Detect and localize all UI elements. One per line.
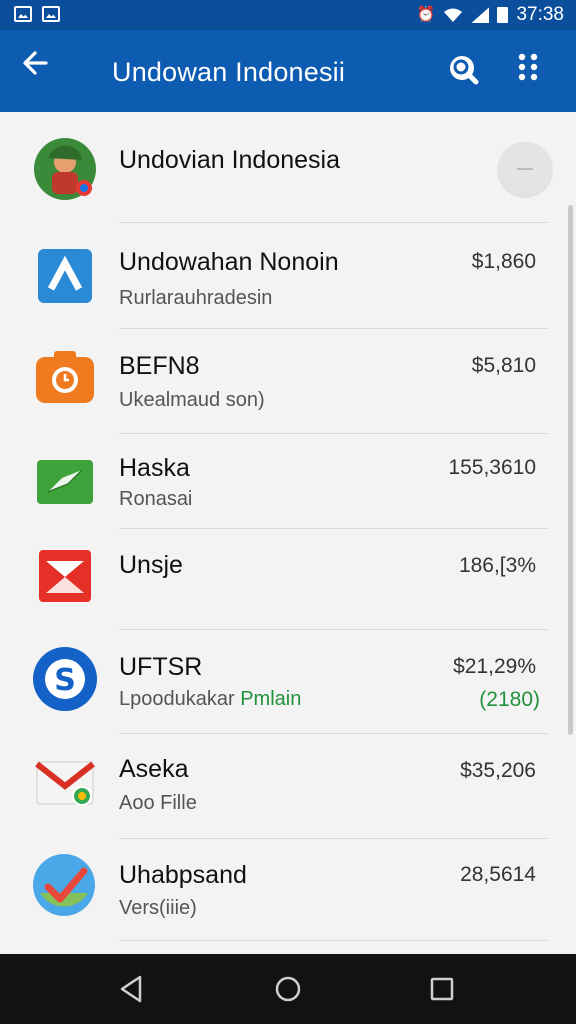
search-button[interactable] xyxy=(444,52,484,92)
more-options-icon xyxy=(518,53,538,81)
app-bar-title: Undowan Indonesii xyxy=(112,57,346,87)
status-indicators: ⏰ 37:38 xyxy=(417,4,564,26)
item-title: Undowahan Nonoin xyxy=(119,248,339,276)
item-subtitle: Lpoodukakar Pmlain xyxy=(119,688,301,711)
item-subtitle: Ukealmaud son) xyxy=(119,389,265,411)
item-value-change: (2180) xyxy=(479,688,540,711)
list-item[interactable]: BEFN8 Ukealmaud son) $5,810 xyxy=(0,329,576,433)
item-subtitle: Ronasai xyxy=(119,488,193,510)
list-item[interactable]: Undowahan Nonoin Rurlarauhradesin $1,860 xyxy=(0,223,576,328)
status-time: 37:38 xyxy=(516,4,564,25)
status-notifications xyxy=(14,6,60,22)
item-title: UFTSR xyxy=(119,653,203,681)
green-chat-app-icon xyxy=(37,460,93,504)
divider xyxy=(119,940,548,941)
app-bar: Undowan Indonesii xyxy=(0,30,576,112)
list-item[interactable]: S UFTSR Lpoodukakar Pmlain $21,29% (2180… xyxy=(0,630,576,733)
list-header-title: Undovian Indonesia xyxy=(119,146,340,174)
nav-back-button[interactable] xyxy=(112,971,152,1007)
alarm-icon: ⏰ xyxy=(416,6,436,23)
svg-text:S: S xyxy=(54,663,76,698)
item-value: 28,5614 xyxy=(460,863,536,886)
item-title: BEFN8 xyxy=(119,352,200,380)
nav-home-icon xyxy=(275,976,301,1002)
battery-icon xyxy=(497,7,509,23)
item-subtitle: Vers(iiie) xyxy=(119,897,197,919)
item-subtitle-text: Lpoodukakar xyxy=(119,688,235,710)
mail-app-icon xyxy=(35,761,95,806)
nav-recents-icon xyxy=(430,977,454,1001)
search-icon xyxy=(450,56,479,85)
list-item[interactable]: Aseka Aoo Fille $35,206 xyxy=(0,734,576,838)
list-item[interactable]: Unsje 186,[3% xyxy=(0,529,576,629)
list-header[interactable]: Undovian Indonesia xyxy=(0,112,576,222)
list-item[interactable]: Uhabpsand Vers(iiie) 28,5614 xyxy=(0,839,576,939)
back-button[interactable] xyxy=(22,50,70,92)
status-bar: ⏰ 37:38 xyxy=(0,0,576,30)
item-title: Uhabpsand xyxy=(119,861,247,889)
item-value: $21,29% xyxy=(453,655,536,678)
image-icon xyxy=(42,6,60,22)
item-subtitle: Rurlarauhradesin xyxy=(119,287,273,309)
wifi-icon xyxy=(444,8,463,22)
navigation-bar xyxy=(0,954,576,1024)
item-title: Unsje xyxy=(119,551,183,579)
red-envelope-app-icon xyxy=(39,550,91,602)
scrollbar[interactable] xyxy=(568,205,573,735)
item-subtitle: Aoo Fille xyxy=(119,792,197,814)
item-value: 155,3610 xyxy=(448,456,536,479)
nav-back-icon xyxy=(120,975,142,1003)
list-item[interactable]: Haska Ronasai 155,3610 xyxy=(0,434,576,528)
nav-home-button[interactable] xyxy=(268,971,308,1007)
item-value: $35,206 xyxy=(460,759,536,782)
check-app-icon xyxy=(33,854,95,916)
item-title: Aseka xyxy=(119,755,189,783)
item-value: $1,860 xyxy=(471,250,536,273)
blue-s-app-icon: S xyxy=(33,647,97,711)
item-subtitle-accent: Pmlain xyxy=(240,688,302,710)
orange-camera-app-icon xyxy=(36,351,94,403)
item-value: 186,[3% xyxy=(458,554,536,577)
item-value: $5,810 xyxy=(471,354,536,377)
nav-recents-button[interactable] xyxy=(422,971,462,1007)
avatar-icon xyxy=(34,138,96,200)
arrow-back-icon xyxy=(23,51,48,75)
signal-icon xyxy=(471,7,490,23)
more-options-button[interactable] xyxy=(516,52,556,92)
gallery-icon xyxy=(14,6,32,22)
blue-a-app-icon xyxy=(38,249,92,303)
collapse-button[interactable] xyxy=(498,142,552,196)
item-title: Haska xyxy=(119,454,190,482)
